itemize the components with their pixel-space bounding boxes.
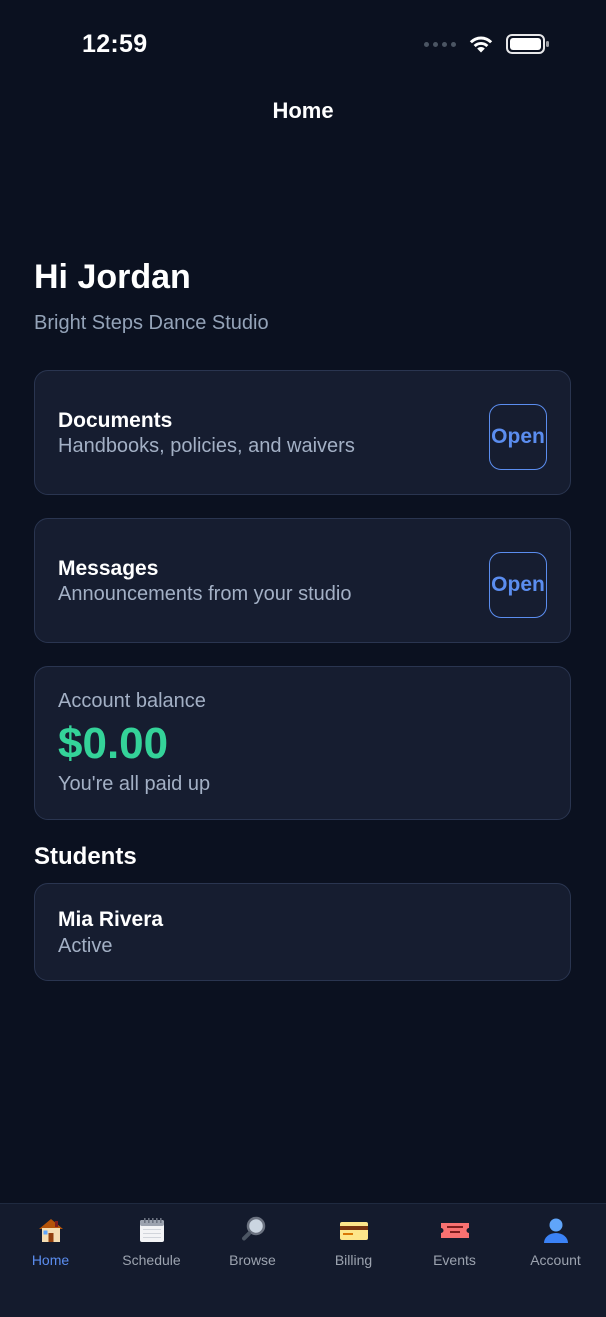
person-icon (540, 1214, 572, 1246)
calendar-icon (136, 1214, 168, 1246)
students-heading: Students (34, 843, 137, 870)
credit-card-icon (338, 1214, 370, 1246)
messages-open-button[interactable]: Open (489, 552, 547, 618)
tab-browse[interactable]: Browse (202, 1204, 303, 1317)
messages-card[interactable]: Messages Announcements from your studio … (34, 518, 571, 643)
tab-label: Browse (229, 1252, 276, 1268)
ticket-icon (439, 1214, 471, 1246)
cellular-signal-icon (424, 41, 456, 47)
tab-billing[interactable]: Billing (303, 1204, 404, 1317)
student-card[interactable]: Mia Rivera Active (34, 883, 571, 981)
tab-label: Schedule (122, 1252, 181, 1268)
messages-title: Messages (58, 557, 159, 580)
battery-icon (506, 34, 549, 54)
magnifier-icon (237, 1214, 269, 1246)
home-screen: 12:59 Home Hi Jordan Bright Steps Dance … (0, 0, 606, 1317)
house-icon (35, 1214, 67, 1246)
balance-label: Account balance (58, 690, 206, 712)
tab-schedule[interactable]: Schedule (101, 1204, 202, 1317)
tab-events[interactable]: Events (404, 1204, 505, 1317)
balance-status: You're all paid up (58, 773, 211, 795)
account-balance-card: Account balance $0.00 You're all paid up (34, 666, 571, 820)
tab-label: Events (433, 1252, 476, 1268)
status-time: 12:59 (82, 30, 148, 58)
status-bar: 12:59 (0, 0, 606, 88)
documents-card[interactable]: Documents Handbooks, policies, and waive… (34, 370, 571, 495)
documents-subtitle: Handbooks, policies, and waivers (58, 435, 355, 457)
tab-label: Home (31, 1252, 70, 1268)
tab-bar: Home Schedule Browse Billing Events Acco… (0, 1203, 606, 1317)
tab-label: Account (530, 1252, 581, 1268)
studio-name: Bright Steps Dance Studio (34, 312, 269, 334)
tab-account[interactable]: Account (505, 1204, 606, 1317)
wifi-icon (469, 36, 493, 53)
documents-open-button[interactable]: Open (489, 404, 547, 470)
tab-label: Billing (334, 1252, 373, 1268)
messages-subtitle: Announcements from your studio (58, 583, 352, 605)
greeting-title: Hi Jordan (34, 258, 191, 296)
student-name: Mia Rivera (58, 908, 164, 931)
nav-title: Home (272, 98, 334, 123)
documents-title: Documents (58, 409, 173, 432)
balance-amount: $0.00 (58, 719, 169, 768)
tab-home[interactable]: Home (0, 1204, 101, 1317)
student-status: Active (58, 935, 113, 957)
status-icons (424, 33, 550, 55)
